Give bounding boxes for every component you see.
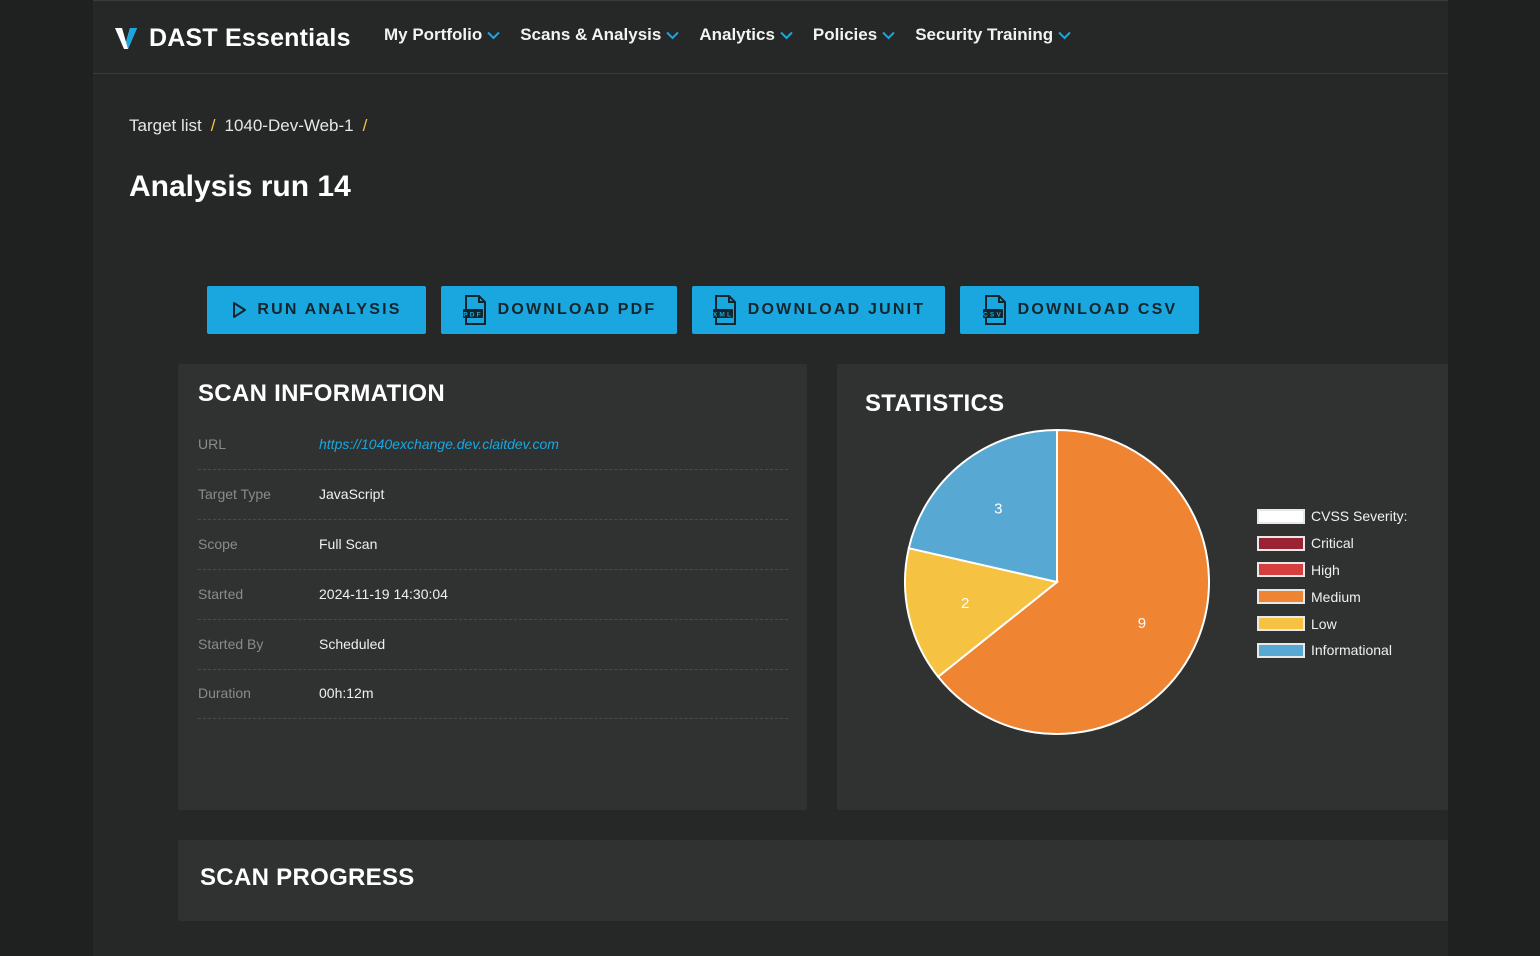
nav-label: Policies (812, 25, 878, 44)
info-value: 00h:12m (319, 685, 374, 701)
csv-file-icon: CSV (982, 295, 1006, 325)
scan-information-panel: SCAN INFORMATION URL https://1040exchang… (178, 364, 807, 810)
chevron-down-icon (1058, 31, 1071, 39)
chart-legend: CVSS Severity: Critical High Medium Low Infor… (1257, 503, 1407, 664)
download-junit-button[interactable]: XML DOWNLOAD JUNIT (692, 286, 945, 334)
chevron-down-icon (882, 31, 895, 39)
svg-text:XML: XML (713, 312, 733, 319)
top-navigation-bar: DAST Essentials My Portfolio Scans & Ana… (93, 0, 1448, 74)
nav-policies[interactable]: Policies (813, 25, 895, 45)
app-name: DAST Essentials (149, 23, 351, 52)
svg-text:PDF: PDF (463, 312, 483, 319)
pie-slice-value-label: 3 (994, 500, 1002, 517)
run-analysis-button[interactable]: RUN ANALYSIS (207, 286, 426, 334)
nav-label: Security Training (915, 25, 1054, 44)
breadcrumb-target[interactable]: 1040-Dev-Web-1 (224, 116, 353, 136)
info-row-duration: Duration 00h:12m (198, 670, 788, 719)
chevron-down-icon (487, 31, 500, 39)
main-nav: My Portfolio Scans & Analysis Analytics … (384, 25, 1071, 45)
info-label: Started (198, 586, 244, 602)
legend-swatch (1257, 508, 1305, 524)
info-value: Scheduled (319, 636, 386, 652)
statistics-title: STATISTICS (865, 390, 1005, 417)
download-junit-label: DOWNLOAD JUNIT (747, 301, 926, 318)
legend-label: Informational (1311, 642, 1392, 659)
pie-slice-value-label: 9 (1138, 615, 1146, 632)
legend-label: Low (1311, 615, 1337, 632)
breadcrumb-separator: / (210, 116, 216, 135)
nav-scans-analysis[interactable]: Scans & Analysis (520, 25, 680, 45)
info-label: URL (198, 436, 227, 452)
info-value: Full Scan (319, 536, 378, 552)
download-csv-button[interactable]: CSV DOWNLOAD CSV (960, 286, 1199, 334)
severity-pie-chart: 9 2 3 (904, 428, 1210, 735)
legend-label: CVSS Severity: (1311, 508, 1408, 525)
legend-item[interactable]: High (1257, 557, 1407, 584)
info-label: Started By (198, 636, 264, 652)
target-url-link[interactable]: https://1040exchange.dev.claitdev.com (319, 436, 559, 452)
legend-label: High (1311, 561, 1340, 578)
legend-item[interactable]: CVSS Severity: (1257, 503, 1407, 530)
download-pdf-button[interactable]: PDF DOWNLOAD PDF (441, 286, 677, 334)
legend-item[interactable]: Critical (1257, 530, 1407, 557)
breadcrumb: Target list / 1040-Dev-Web-1 / (129, 116, 367, 136)
nav-label: Scans & Analysis (520, 25, 662, 44)
info-row-started-by: Started By Scheduled (198, 621, 788, 670)
scan-progress-title: SCAN PROGRESS (200, 864, 415, 891)
info-row-target-type: Target Type JavaScript (198, 471, 788, 520)
legend-swatch (1257, 616, 1305, 632)
chevron-down-icon (780, 31, 793, 39)
app-logo[interactable]: DAST Essentials (113, 21, 351, 55)
xml-file-icon: XML (713, 295, 736, 325)
nav-security-training[interactable]: Security Training (915, 25, 1071, 45)
nav-analytics[interactable]: Analytics (699, 25, 793, 45)
info-row-url: URL https://1040exchange.dev.claitdev.co… (198, 421, 788, 470)
download-pdf-label: DOWNLOAD PDF (497, 301, 657, 318)
legend-item[interactable]: Informational (1257, 637, 1407, 664)
info-value: 2024-11-19 14:30:04 (319, 586, 448, 602)
legend-swatch (1257, 642, 1305, 658)
info-value: JavaScript (319, 486, 385, 502)
info-label: Duration (198, 685, 251, 701)
nav-label: My Portfolio (384, 25, 483, 44)
logo-icon (115, 28, 137, 49)
svg-text:CSV: CSV (983, 312, 1003, 319)
info-label: Scope (198, 536, 238, 552)
legend-label: Medium (1311, 588, 1361, 605)
pie-slice-value-label: 2 (961, 595, 969, 612)
download-csv-label: DOWNLOAD CSV (1017, 301, 1178, 318)
chevron-down-icon (666, 31, 680, 39)
statistics-panel: STATISTICS 9 2 3 CVSS Severity: Critical Hig… (837, 364, 1448, 810)
breadcrumb-target-list[interactable]: Target list (129, 116, 202, 136)
action-toolbar: RUN ANALYSIS PDF DOWNLOAD PDF XML DOWNLO… (207, 286, 1199, 334)
legend-item[interactable]: Low (1257, 610, 1407, 637)
legend-swatch (1257, 535, 1305, 551)
run-analysis-label: RUN ANALYSIS (257, 301, 402, 318)
breadcrumb-separator: / (362, 116, 368, 135)
legend-swatch (1257, 589, 1305, 605)
scan-information-title: SCAN INFORMATION (198, 380, 446, 407)
legend-label: Critical (1311, 535, 1354, 552)
info-label: Target Type (198, 486, 271, 502)
legend-item[interactable]: Medium (1257, 583, 1407, 610)
legend-swatch (1257, 562, 1305, 578)
nav-my-portfolio[interactable]: My Portfolio (384, 25, 500, 45)
pdf-file-icon: PDF (462, 295, 486, 325)
info-row-scope: Scope Full Scan (198, 521, 788, 570)
scan-progress-panel: SCAN PROGRESS (178, 840, 1448, 921)
nav-label: Analytics (699, 25, 775, 44)
play-icon (233, 302, 247, 318)
info-row-started: Started 2024-11-19 14:30:04 (198, 571, 788, 620)
page-title: Analysis run 14 (129, 170, 351, 203)
